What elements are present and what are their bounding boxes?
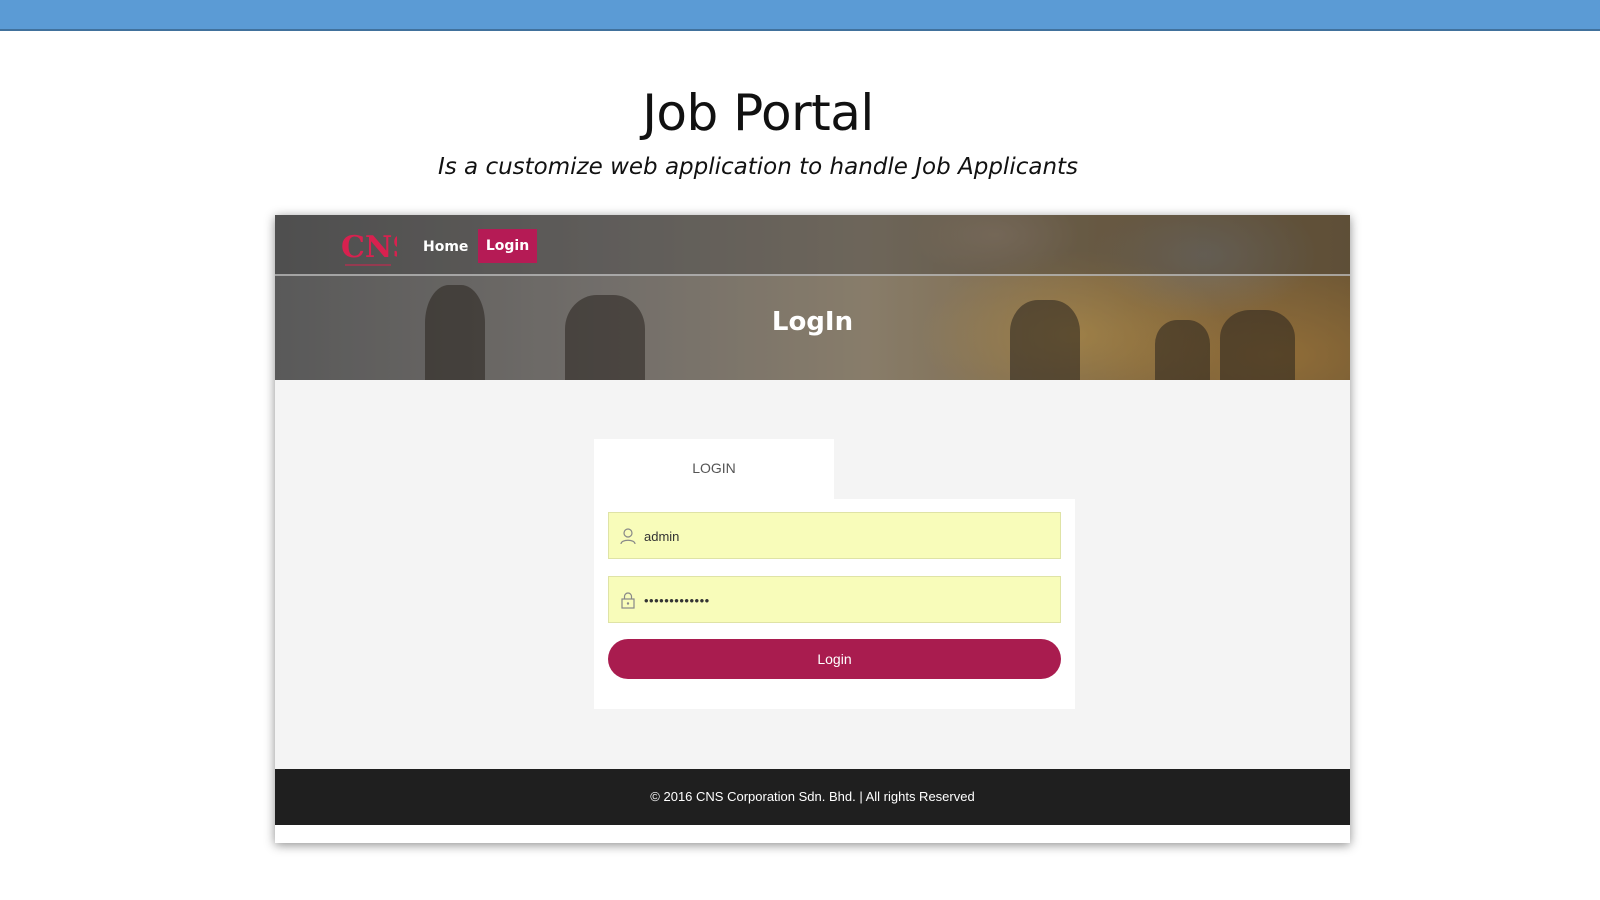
login-area: LOGIN admin ••••••••••••• Login xyxy=(275,380,1350,769)
page-title: LogIn xyxy=(771,307,854,337)
logo-text: CNS xyxy=(341,230,397,265)
password-field[interactable]: ••••••••••••• xyxy=(608,576,1061,623)
login-card: admin ••••••••••••• Login xyxy=(594,499,1075,709)
lock-icon xyxy=(621,592,635,609)
user-icon xyxy=(620,528,636,545)
nav-home-link[interactable]: Home xyxy=(413,230,478,264)
navbar: CNS Home Login xyxy=(275,215,1350,276)
app-screenshot: CNS Home Login LogIn LOGIN admin xyxy=(275,215,1350,843)
username-field[interactable]: admin xyxy=(608,512,1061,559)
top-bar xyxy=(0,0,1600,31)
footer: © 2016 CNS Corporation Sdn. Bhd. | All r… xyxy=(275,769,1350,825)
cns-logo-icon[interactable]: CNS xyxy=(339,225,397,269)
slide-title: Job Portal xyxy=(642,84,874,142)
tab-login[interactable]: LOGIN xyxy=(594,439,834,499)
login-button[interactable]: Login xyxy=(608,639,1061,679)
nav-login-link[interactable]: Login xyxy=(478,229,537,263)
username-value: admin xyxy=(644,529,680,544)
slide-subtitle: Is a customize web application to handle… xyxy=(437,154,1079,180)
hero-banner: CNS Home Login LogIn xyxy=(275,215,1350,380)
password-value: ••••••••••••• xyxy=(644,593,710,608)
